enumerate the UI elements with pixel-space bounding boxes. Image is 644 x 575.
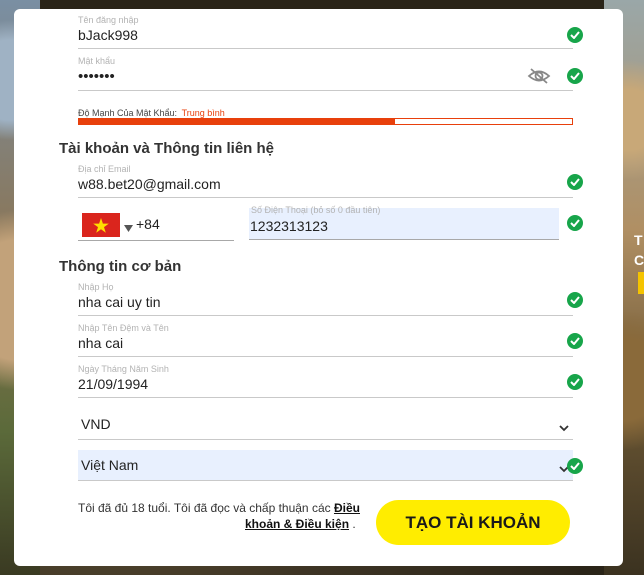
password-value[interactable]: ••••••• bbox=[78, 68, 115, 85]
country-valid-check-icon bbox=[567, 458, 583, 474]
create-account-button[interactable]: TẠO TÀI KHOẢN bbox=[376, 500, 570, 545]
email-field[interactable]: Địa chỉ Email w88.bet20@gmail.com bbox=[78, 164, 573, 198]
username-value[interactable]: bJack998 bbox=[78, 27, 138, 43]
terms-text: Tôi đã đủ 18 tuổi. Tôi đã đọc và chấp th… bbox=[78, 500, 368, 516]
password-underline bbox=[78, 90, 573, 91]
email-label: Địa chỉ Email bbox=[78, 164, 131, 174]
username-valid-check-icon bbox=[567, 27, 583, 43]
terms-statement: Tôi đã đủ 18 tuổi. Tôi đã đọc và chấp th… bbox=[78, 501, 331, 515]
phone-country-select[interactable]: +84 bbox=[78, 210, 234, 241]
country-select-underline bbox=[78, 480, 573, 481]
last-name-label: Nhập Họ bbox=[78, 282, 114, 292]
strength-label: Độ Mạnh Của Mật Khẩu: bbox=[78, 108, 178, 118]
chevron-down-icon bbox=[559, 419, 569, 437]
last-name-value[interactable]: nha cai uy tin bbox=[78, 294, 161, 310]
section-title-contact: Tài khoản và Thông tin liên hệ bbox=[59, 140, 275, 157]
terms-text-line2: khoản & Điều kiện . bbox=[245, 516, 356, 532]
password-field[interactable]: Mật khẩu ••••••• bbox=[78, 56, 573, 91]
currency-underline bbox=[78, 439, 573, 440]
first-name-valid-check-icon bbox=[567, 333, 583, 349]
birthdate-underline bbox=[78, 397, 573, 398]
eye-slash-icon[interactable] bbox=[527, 67, 551, 90]
phone-valid-check-icon bbox=[567, 215, 583, 231]
background-accent-bar bbox=[638, 272, 644, 294]
first-name-underline bbox=[78, 356, 573, 357]
phone-value[interactable]: 1232313123 bbox=[250, 218, 328, 234]
first-name-value[interactable]: nha cai bbox=[78, 335, 123, 351]
phone-label: Số Điện Thoại (bỏ số 0 đầu tiên) bbox=[251, 205, 381, 215]
first-name-field[interactable]: Nhập Tên Đệm và Tên nha cai bbox=[78, 323, 573, 357]
first-name-label: Nhập Tên Đệm và Tên bbox=[78, 323, 169, 333]
strength-bar bbox=[78, 118, 573, 125]
strength-level: Trung bình bbox=[181, 108, 225, 118]
country-dropdown-caret-icon bbox=[124, 219, 133, 237]
registration-form: Tên đăng nhập bJack998 Mật khẩu ••••••• … bbox=[14, 9, 623, 566]
password-valid-check-icon bbox=[567, 68, 583, 84]
vietnam-flag-icon bbox=[82, 213, 120, 237]
phone-underline bbox=[249, 239, 559, 240]
birthdate-valid-check-icon bbox=[567, 374, 583, 390]
birthdate-value[interactable]: 21/09/1994 bbox=[78, 376, 148, 392]
currency-select[interactable]: VND bbox=[78, 409, 573, 440]
email-underline bbox=[78, 197, 573, 198]
background-text: TC bbox=[634, 232, 644, 268]
country-underline bbox=[78, 240, 234, 241]
phone-field[interactable]: Số Điện Thoại (bỏ số 0 đầu tiên) 1232313… bbox=[249, 205, 559, 240]
terms-period: . bbox=[352, 517, 356, 531]
email-value[interactable]: w88.bet20@gmail.com bbox=[78, 176, 221, 192]
country-value: Việt Nam bbox=[81, 457, 139, 473]
terms-link[interactable]: Điều bbox=[334, 501, 360, 515]
section-title-basic: Thông tin cơ bản bbox=[59, 258, 182, 275]
email-valid-check-icon bbox=[567, 174, 583, 190]
phone-country-code: +84 bbox=[136, 216, 160, 232]
birthdate-label: Ngày Tháng Năm Sinh bbox=[78, 364, 169, 374]
username-underline bbox=[78, 48, 573, 49]
terms-link-cont[interactable]: khoản & Điều kiện bbox=[245, 517, 349, 531]
strength-bar-fill bbox=[79, 119, 395, 124]
country-select[interactable]: Việt Nam bbox=[78, 450, 573, 481]
password-label: Mật khẩu bbox=[78, 56, 116, 66]
password-strength: Độ Mạnh Của Mật Khẩu: Trung bình bbox=[78, 108, 225, 118]
currency-value: VND bbox=[81, 416, 111, 432]
username-label: Tên đăng nhập bbox=[78, 15, 139, 25]
last-name-field[interactable]: Nhập Họ nha cai uy tin bbox=[78, 282, 573, 316]
last-name-underline bbox=[78, 315, 573, 316]
birthdate-field[interactable]: Ngày Tháng Năm Sinh 21/09/1994 bbox=[78, 364, 573, 398]
username-field[interactable]: Tên đăng nhập bJack998 bbox=[78, 15, 573, 49]
last-name-valid-check-icon bbox=[567, 292, 583, 308]
